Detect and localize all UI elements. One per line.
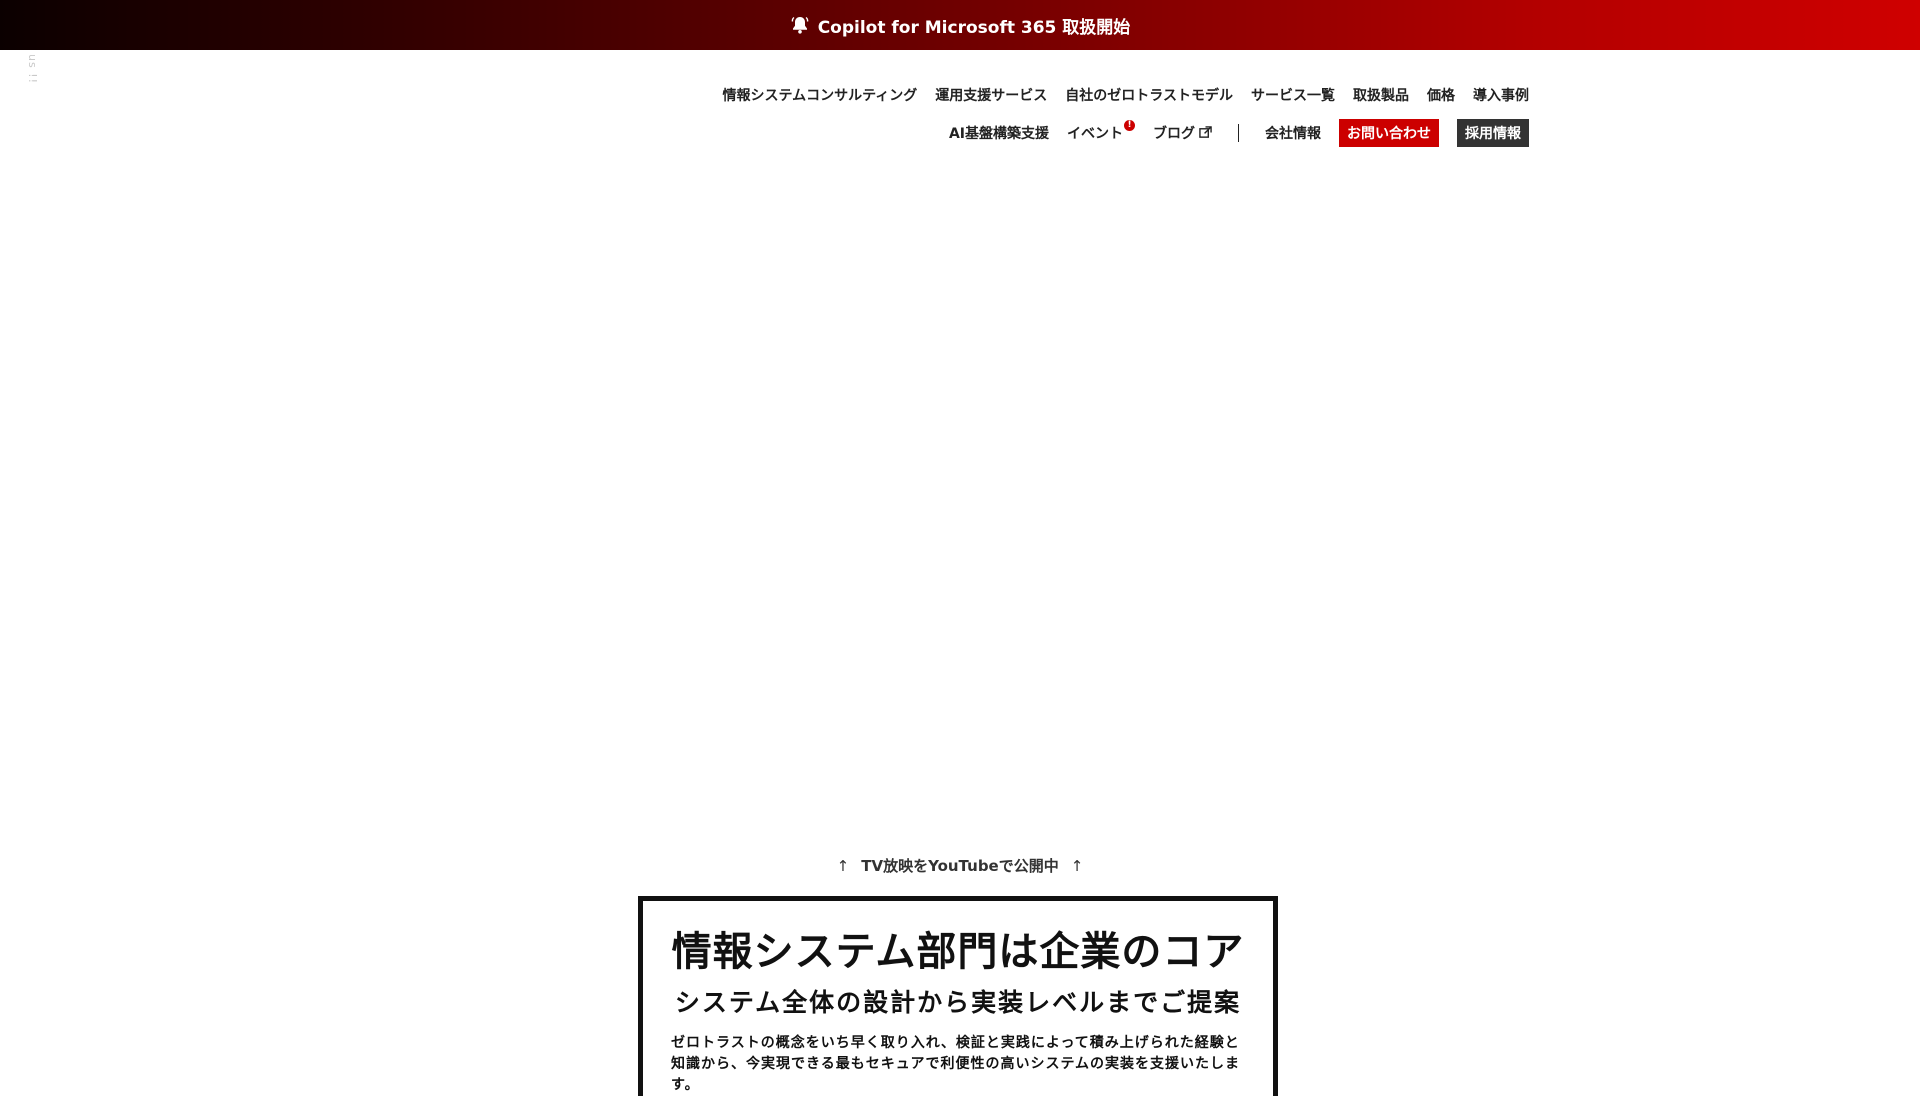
side-vertical-text: us !! xyxy=(26,54,39,85)
nav-blog-label: ブログ xyxy=(1153,126,1195,142)
external-link-icon xyxy=(1199,126,1212,139)
contact-button[interactable]: お問い合わせ xyxy=(1339,119,1439,147)
hero-video-area xyxy=(0,160,1920,840)
nav-ai-platform[interactable]: AI基盤構築支援 xyxy=(949,123,1049,143)
core-description: ゼロトラストの概念をいち早く取り入れ、検証と実践によって積み上げられた経験と知識… xyxy=(671,1035,1241,1093)
core-title: 情報システム部門は企業のコア xyxy=(671,929,1245,975)
nav-divider xyxy=(1238,124,1239,142)
core-subtitle: システム全体の設計から実装レベルまでご提案 xyxy=(674,988,1242,1017)
tv-broadcast-text: TV放映をYouTubeで公開中 xyxy=(861,857,1059,875)
core-message-box: 情報システム部門は企業のコア システム全体の設計から実装レベルまでご提案 ゼロト… xyxy=(638,896,1278,1096)
tv-broadcast-note[interactable]: ↑ TV放映をYouTubeで公開中 ↑ xyxy=(0,855,1920,876)
arrow-up-icon: ↑ xyxy=(1070,857,1084,875)
main-nav-row-2: AI基盤構築支援 イベント! ブログ 会社情報 お問い合わせ 採用情報 xyxy=(949,119,1529,147)
announcement-text: Copilot for Microsoft 365 取扱開始 xyxy=(817,17,1131,38)
recruit-button[interactable]: 採用情報 xyxy=(1457,119,1529,147)
arrow-up-icon: ↑ xyxy=(836,857,850,875)
announcement-banner[interactable]: Copilot for Microsoft 365 取扱開始 xyxy=(0,0,1920,50)
nav-service-list[interactable]: サービス一覧 xyxy=(1251,85,1335,105)
main-nav-row-1: 情報システムコンサルティング 運用支援サービス 自社のゼロトラストモデル サービ… xyxy=(723,83,1529,107)
nav-consulting[interactable]: 情報システムコンサルティング xyxy=(723,85,918,105)
nav-event[interactable]: イベント! xyxy=(1067,120,1135,143)
nav-products[interactable]: 取扱製品 xyxy=(1353,85,1409,105)
nav-operation-support[interactable]: 運用支援サービス xyxy=(935,85,1047,105)
nav-case-studies[interactable]: 導入事例 xyxy=(1473,85,1529,105)
nav-blog[interactable]: ブログ xyxy=(1153,123,1212,143)
bell-icon xyxy=(790,15,810,35)
notification-badge: ! xyxy=(1124,120,1135,131)
nav-company-info[interactable]: 会社情報 xyxy=(1265,123,1321,143)
nav-event-label: イベント xyxy=(1067,126,1123,142)
nav-zero-trust-model[interactable]: 自社のゼロトラストモデル xyxy=(1065,85,1233,105)
nav-pricing[interactable]: 価格 xyxy=(1427,85,1455,105)
